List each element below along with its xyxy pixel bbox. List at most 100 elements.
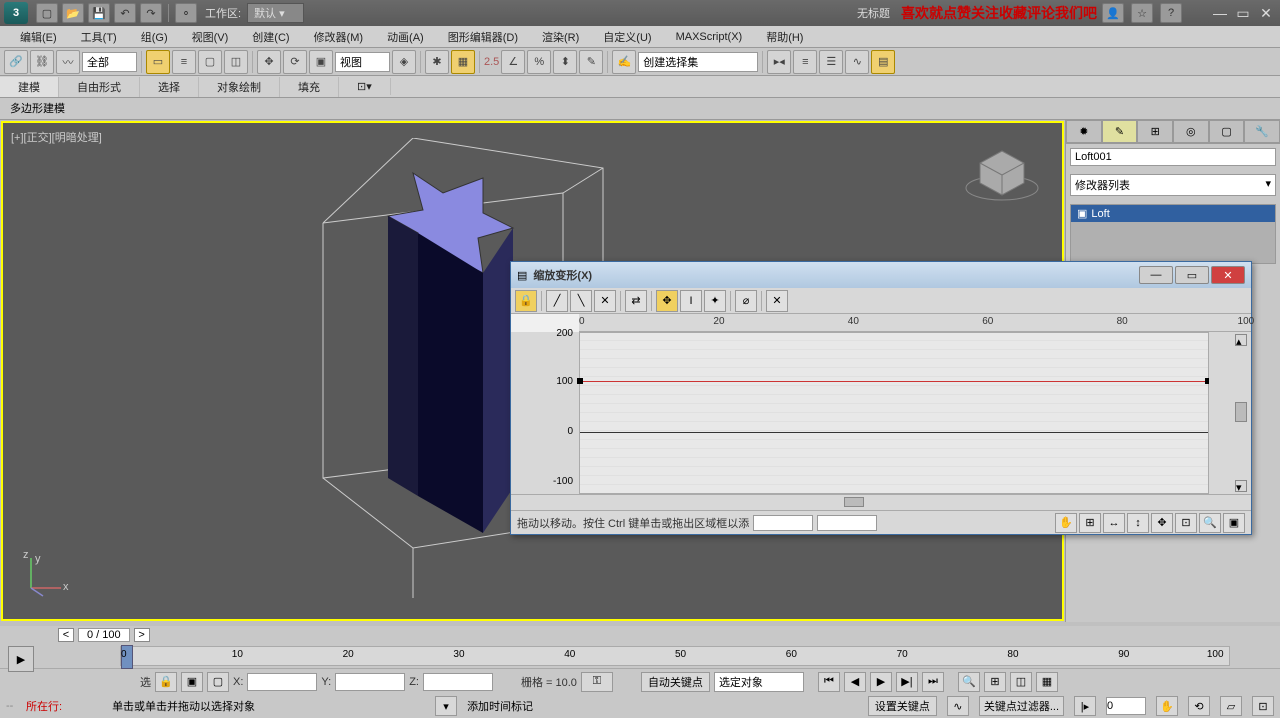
move-point-icon[interactable]: ✥ [656, 290, 678, 312]
hscroll-thumb[interactable] [844, 497, 864, 507]
display-x-icon[interactable]: ╱ [546, 290, 568, 312]
modal-max-icon[interactable]: ▭ [1175, 266, 1209, 284]
scale-point-icon[interactable]: I [680, 290, 702, 312]
percent-snap-icon[interactable]: % [527, 50, 551, 74]
time-prev-icon[interactable]: < [58, 628, 74, 642]
modal-close-icon[interactable]: ✕ [1211, 266, 1245, 284]
utility-tab-icon[interactable]: 🔧 [1244, 120, 1280, 143]
new-icon[interactable]: ▢ [36, 3, 58, 23]
setkey-button[interactable]: 设置关键点 [868, 696, 937, 716]
nav-region-icon[interactable]: ▦ [1036, 672, 1058, 692]
graph-area[interactable]: 0 20 40 60 80 100 200 100 0 -100 ▴ ▾ [511, 314, 1251, 494]
select-name-icon[interactable]: ≡ [172, 50, 196, 74]
angle-snap-icon[interactable]: ∠ [501, 50, 525, 74]
viewcube-icon[interactable] [962, 143, 1042, 203]
ribbon-sub[interactable]: 多边形建模 [0, 98, 1280, 120]
z-field[interactable] [423, 673, 493, 691]
nav-orbit-icon[interactable]: ⟲ [1188, 696, 1210, 716]
graph-vscroll[interactable]: ▴ ▾ [1209, 332, 1251, 494]
menu-help[interactable]: 帮助(H) [754, 27, 815, 47]
isolate-icon[interactable]: ▣ [181, 672, 203, 692]
zoom-vert-icon[interactable]: ↕ [1127, 513, 1149, 533]
hierarchy-tab-icon[interactable]: ⊞ [1137, 120, 1173, 143]
prev-frame-icon[interactable]: ◀ [844, 672, 866, 692]
reset-icon[interactable]: ✕ [766, 290, 788, 312]
rect-region-icon[interactable]: ▢ [198, 50, 222, 74]
menu-create[interactable]: 创建(C) [240, 27, 301, 47]
help-icon[interactable]: ? [1160, 3, 1182, 23]
play-toggle-icon[interactable]: ▶ [8, 646, 34, 672]
object-name-field[interactable] [1070, 148, 1276, 166]
filter-combo[interactable]: 全部 [82, 52, 137, 72]
modifier-stack[interactable]: ▣Loft [1070, 204, 1276, 264]
align-icon[interactable]: ≡ [793, 50, 817, 74]
play-icon[interactable]: ▶ [870, 672, 892, 692]
x-field[interactable] [247, 673, 317, 691]
time-config-icon[interactable]: |▸ [1074, 696, 1096, 716]
key-icon[interactable]: ⚿ [581, 672, 613, 692]
frame-field[interactable] [1106, 697, 1146, 715]
autokey-button[interactable]: 自动关键点 [641, 672, 710, 692]
menu-modifier[interactable]: 修改器(M) [302, 27, 376, 47]
goto-end-icon[interactable]: ⏭ [922, 672, 944, 692]
pan-graph-icon[interactable]: ✋ [1055, 513, 1077, 533]
delete-point-icon[interactable]: ⌀ [735, 290, 757, 312]
rotate-tool-icon[interactable]: ⟳ [283, 50, 307, 74]
redo-icon[interactable]: ↷ [140, 3, 162, 23]
ref-coord-combo[interactable]: 视图 [335, 52, 390, 72]
sel-lock-icon[interactable]: ▢ [207, 672, 229, 692]
menu-maxscript[interactable]: MAXScript(X) [664, 29, 755, 45]
modifier-list-combo[interactable]: 修改器列表▾ [1070, 174, 1276, 196]
graph-canvas[interactable] [579, 332, 1209, 494]
workspace-combo[interactable]: 默认 ▾ [247, 3, 304, 23]
nav-zoom-icon[interactable]: 🔍 [958, 672, 980, 692]
modal-titlebar[interactable]: ▤ 缩放变形(X) — ▭ ✕ [511, 262, 1251, 288]
menu-custom[interactable]: 自定义(U) [591, 27, 663, 47]
signin-icon[interactable]: 👤 [1102, 3, 1124, 23]
window-cross-icon[interactable]: ◫ [224, 50, 248, 74]
select-tool-icon[interactable]: ▭ [146, 50, 170, 74]
menu-group[interactable]: 组(G) [129, 27, 180, 47]
insert-point-icon[interactable]: ✦ [704, 290, 726, 312]
next-frame-icon[interactable]: ▶| [896, 672, 918, 692]
zoom-tool-icon[interactable]: 🔍 [1199, 513, 1221, 533]
graph-hscroll[interactable] [511, 494, 1251, 510]
ribbon-fill[interactable]: 填充 [280, 77, 339, 97]
modal-x-field[interactable] [753, 515, 813, 531]
menu-view[interactable]: 视图(V) [180, 27, 241, 47]
unlink-tool-icon[interactable]: ⛓ [30, 50, 54, 74]
snap-icon[interactable]: ▦ [451, 50, 475, 74]
lock-icon[interactable]: 🔒 [155, 672, 177, 692]
motion-tab-icon[interactable]: ◎ [1173, 120, 1209, 143]
y-field[interactable] [335, 673, 405, 691]
favorite-icon[interactable]: ☆ [1131, 3, 1153, 23]
link-tool-icon[interactable]: 🔗 [4, 50, 28, 74]
ribbon-paint[interactable]: 对象绘制 [199, 77, 280, 97]
ribbon-model[interactable]: 建模 [0, 77, 59, 97]
spinner-snap-icon[interactable]: ⬍ [553, 50, 577, 74]
nav-fov-icon[interactable]: ▱ [1220, 696, 1242, 716]
time-tag-icon[interactable]: ▾ [435, 696, 457, 716]
symmetry-icon[interactable]: 🔒 [515, 290, 537, 312]
minimize-icon[interactable]: — [1210, 4, 1230, 22]
maximize-icon[interactable]: ▭ [1233, 4, 1253, 22]
display-xy-icon[interactable]: ✕ [594, 290, 616, 312]
zoom-horiz-icon[interactable]: ↔ [1103, 513, 1125, 533]
goto-start-icon[interactable]: ⏮ [818, 672, 840, 692]
modal-y-field[interactable] [817, 515, 877, 531]
graph-curve[interactable] [580, 381, 1208, 382]
add-marker-label[interactable]: 添加时间标记 [467, 698, 533, 714]
graph-point-start[interactable] [577, 378, 583, 384]
ribbon-freeform[interactable]: 自由形式 [59, 77, 140, 97]
time-next-icon[interactable]: > [134, 628, 150, 642]
menu-render[interactable]: 渲染(R) [530, 27, 591, 47]
keyfilter-button[interactable]: 关键点过滤器... [979, 696, 1064, 716]
menu-anim[interactable]: 动画(A) [375, 27, 436, 47]
nav-max-icon[interactable]: ◫ [1010, 672, 1032, 692]
pivot-icon[interactable]: ◈ [392, 50, 416, 74]
scroll-up-icon[interactable]: ▴ [1235, 334, 1247, 346]
save-icon[interactable]: 💾 [88, 3, 110, 23]
scroll-down-icon[interactable]: ▾ [1235, 480, 1247, 492]
close-icon[interactable]: ✕ [1256, 4, 1276, 22]
modify-tab-icon[interactable]: ✎ [1102, 120, 1138, 143]
